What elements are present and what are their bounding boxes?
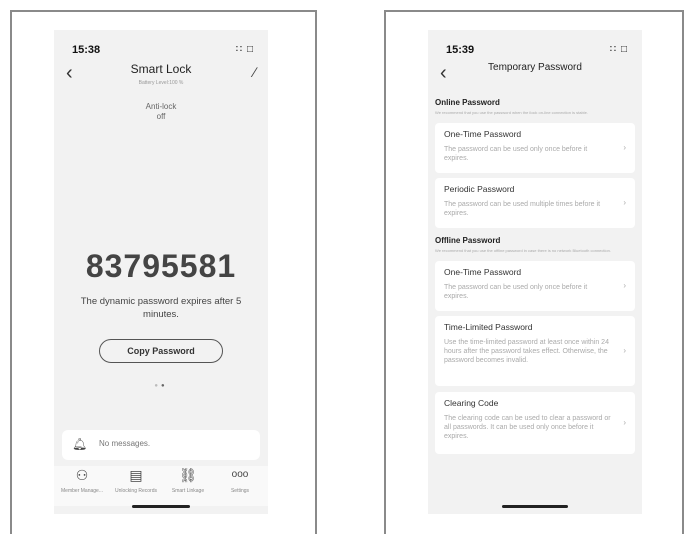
- page-indicator: ●●: [154, 383, 168, 389]
- status-icons: ∷ □: [235, 44, 254, 55]
- dynamic-password: 83795581: [85, 248, 237, 284]
- right-phone-screen: 15:39 ∷ □ ‹ Temporary Password Online Pa…: [428, 30, 642, 514]
- offline-one-time-password-card[interactable]: One-Time Password The password can be us…: [435, 261, 635, 311]
- card-description: The clearing code can be used to clear a…: [444, 415, 611, 440]
- card-description: The password can be used multiple times …: [444, 201, 601, 217]
- left-screenshot-frame: 15:38 ∷ □ ‹ Smart Lock Battery Level:100…: [10, 10, 317, 534]
- anti-lock-status: Anti-lock off: [54, 102, 268, 122]
- page-title: Temporary Password: [488, 62, 582, 73]
- anti-lock-value: off: [156, 112, 166, 121]
- message-text: No messages.: [99, 439, 151, 448]
- left-phone-screen: 15:38 ∷ □ ‹ Smart Lock Battery Level:100…: [54, 30, 268, 514]
- person-icon: ⚇: [75, 467, 89, 483]
- home-indicator: [132, 505, 190, 508]
- page-title: Smart Lock: [130, 62, 192, 76]
- status-icons: ∷ □: [609, 44, 628, 55]
- offline-password-heading: Offline Password: [435, 236, 501, 245]
- expiry-text: The dynamic password expires after 5 min…: [80, 296, 242, 320]
- nav-bar: ‹ Temporary Password: [428, 62, 642, 90]
- more-icon: ooo: [231, 469, 249, 480]
- anti-lock-label: Anti-lock: [145, 102, 177, 111]
- card-title: Time-Limited Password: [444, 322, 533, 332]
- right-screenshot-frame: 15:39 ∷ □ ‹ Temporary Password Online Pa…: [384, 10, 684, 534]
- nav-bar: ‹ Smart Lock Battery Level:100 % ∕: [54, 62, 268, 90]
- chevron-right-icon: ›: [623, 143, 626, 152]
- tab-unlocking-records[interactable]: ▤ Unlocking Records: [110, 466, 162, 494]
- link-icon: ⛓: [179, 467, 197, 483]
- tab-label: Member Manage...: [61, 488, 103, 494]
- copy-password-button[interactable]: Copy Password: [99, 339, 223, 363]
- message-bar[interactable]: 🔔︎ No messages.: [62, 430, 260, 460]
- periodic-password-card[interactable]: Periodic Password The password can be us…: [435, 178, 635, 228]
- status-time: 15:38: [72, 44, 101, 56]
- card-description: Use the time-limited password at least o…: [444, 339, 609, 364]
- chevron-right-icon: ›: [623, 418, 626, 427]
- tab-label: Smart Linkage: [171, 488, 205, 494]
- online-password-note: We recommend that you use the password w…: [435, 110, 588, 115]
- clearing-code-card[interactable]: Clearing Code The clearing code can be u…: [435, 392, 635, 454]
- home-indicator: [502, 505, 568, 508]
- card-title: Periodic Password: [444, 184, 515, 194]
- card-title: Clearing Code: [444, 398, 499, 408]
- status-bar: 15:38 ∷ □: [54, 44, 268, 58]
- chevron-right-icon: ›: [623, 198, 626, 207]
- card-description: The password can be used only once befor…: [444, 284, 588, 300]
- status-time: 15:39: [446, 44, 475, 56]
- tab-label: Unlocking Records: [115, 488, 157, 494]
- offline-password-note: We recommend that you use the offline pa…: [435, 248, 611, 253]
- card-title: One-Time Password: [444, 129, 522, 139]
- tab-label: Settings: [230, 488, 250, 494]
- chevron-right-icon: ›: [623, 281, 626, 290]
- card-description: The password can be used only once befor…: [444, 146, 588, 162]
- status-bar: 15:39 ∷ □: [428, 44, 642, 58]
- records-icon: ▤: [129, 467, 143, 483]
- tab-settings[interactable]: ooo Settings: [214, 466, 266, 494]
- time-limited-password-card[interactable]: Time-Limited Password Use the time-limit…: [435, 316, 635, 386]
- tab-bar: ⚇ Member Manage... ▤ Unlocking Records ⛓…: [54, 466, 268, 506]
- battery-level: Battery Level:100 %: [138, 80, 184, 86]
- bell-icon: 🔔︎: [72, 437, 88, 451]
- online-password-heading: Online Password: [435, 98, 500, 107]
- tab-member-manage[interactable]: ⚇ Member Manage...: [56, 466, 108, 494]
- chevron-right-icon: ›: [623, 346, 626, 355]
- edit-icon[interactable]: ∕: [254, 64, 256, 80]
- online-one-time-password-card[interactable]: One-Time Password The password can be us…: [435, 123, 635, 173]
- tab-smart-linkage[interactable]: ⛓ Smart Linkage: [162, 466, 214, 494]
- card-title: One-Time Password: [444, 267, 522, 277]
